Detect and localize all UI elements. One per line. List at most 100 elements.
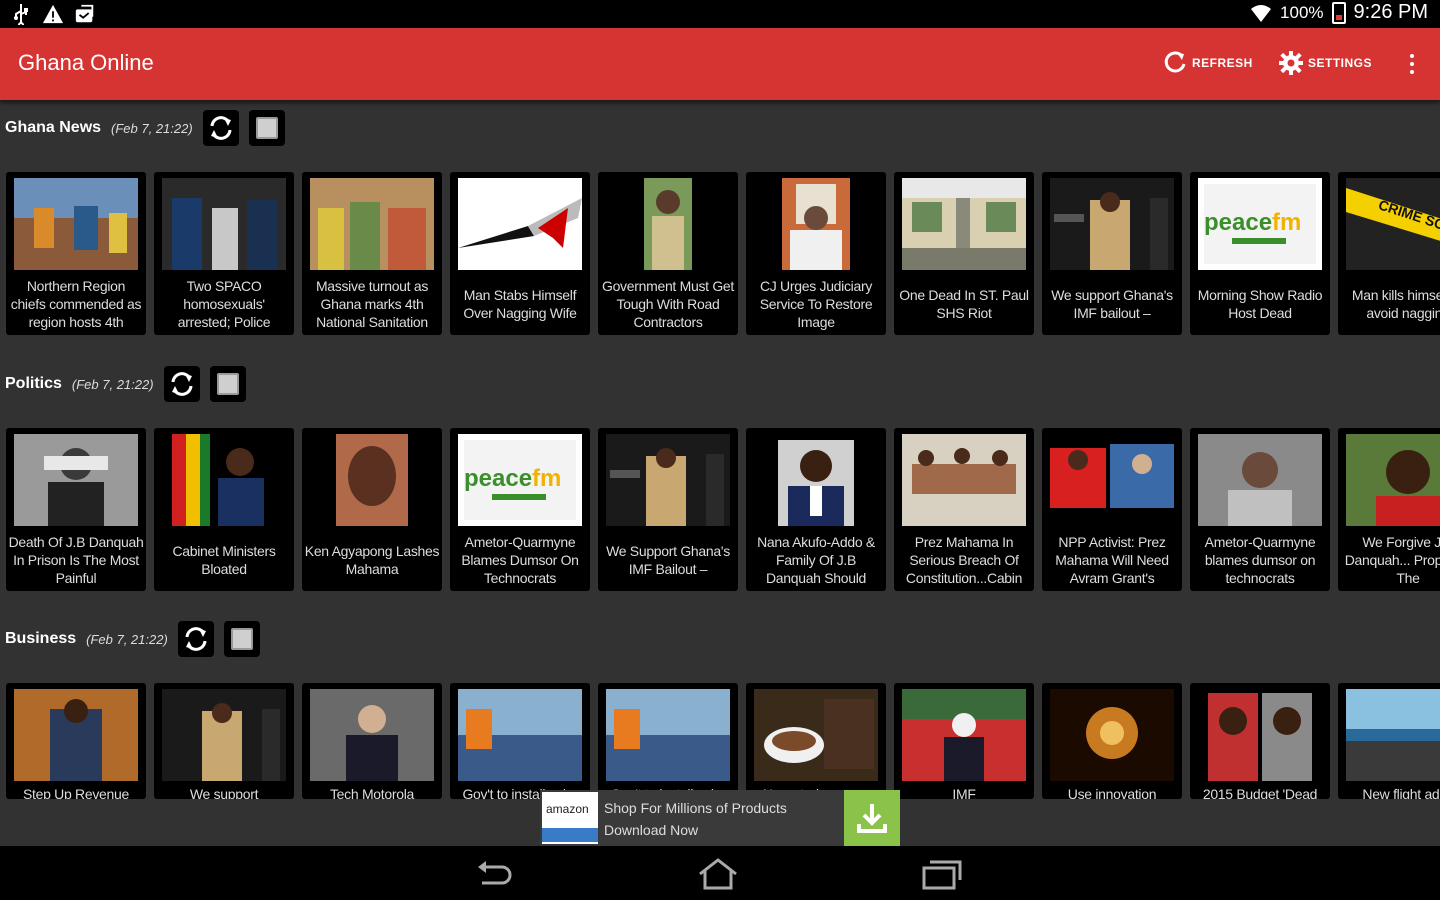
news-caption: Government Must Get Tough With Road Cont… [601,278,735,330]
news-thumbnail [162,689,286,781]
news-card[interactable]: Use innovation [1042,683,1182,799]
status-right: 100% 9:26 PM [1250,1,1428,24]
news-card[interactable]: New study proves [746,683,886,799]
download-icon [857,804,887,833]
news-card[interactable]: Death Of J.B Danquah In Prison Is The Mo… [6,428,146,591]
svg-text:peace: peace [1204,209,1272,236]
news-thumbnail [1346,434,1440,526]
status-left-icons [10,3,96,25]
news-thumbnail [754,434,878,526]
section-timestamp: (Feb 7, 21:22) [71,376,154,392]
news-row: Step Up Revenue We support Tech Motorola… [6,683,1440,799]
refresh-label: REFRESH [1192,56,1253,70]
news-thumbnail [754,178,878,270]
home-icon [699,858,737,890]
news-thumbnail [902,178,1026,270]
news-caption: Step Up Revenue [22,786,130,799]
news-caption: IMF [952,786,976,799]
ad-banner[interactable]: amazon Shop For Millions of Products Dow… [540,790,900,846]
news-card[interactable]: Cabinet Ministers Bloated [154,428,294,591]
news-card[interactable]: Gov't to install solar [450,683,590,799]
news-thumbnail [310,689,434,781]
news-card[interactable]: IMF [894,683,1034,799]
download-button[interactable] [844,790,900,846]
news-caption: Prez Mahama In Serious Breach Of Constit… [905,534,1023,586]
news-card[interactable]: One Dead In ST. Paul SHS Riot [894,172,1034,335]
news-card[interactable]: CRIME SCENE Man kills himself to avoid n… [1338,172,1440,335]
news-card[interactable]: New flight adds [1338,683,1440,799]
settings-button[interactable]: SETTINGS [1278,50,1372,76]
news-caption: Northern Region chiefs commended as regi… [10,278,142,330]
news-thumbnail [902,434,1026,526]
news-card[interactable]: Northern Region chiefs commended as regi… [6,172,146,335]
news-thumbnail [14,689,138,781]
section-header: Ghana News (Feb 7, 21:22) [5,108,285,148]
app-title: Ghana Online [18,50,154,75]
svg-text:peace: peace [464,465,532,492]
news-card[interactable]: Two SPACO homosexuals' arrested; Police [154,172,294,335]
news-caption: Ametor-Quarmyne Blames Dumsor On Technoc… [461,534,579,586]
clock: 9:26 PM [1353,1,1428,23]
refresh-button[interactable]: REFRESH [1162,50,1253,76]
news-caption: We Support Ghana's IMF Bailout – [606,543,730,577]
news-card[interactable]: We Support Ghana's IMF Bailout – [598,428,738,591]
news-card[interactable]: peace fm Morning Show Radio Host Dead [1190,172,1330,335]
logo-stripe [542,828,598,842]
news-thumbnail [1198,434,1322,526]
warning-icon [42,3,64,25]
square-icon [255,117,278,139]
news-card[interactable]: Government Must Get Tough With Road Cont… [598,172,738,335]
news-row: Death Of J.B Danquah In Prison Is The Mo… [6,428,1440,591]
news-card[interactable]: We support [154,683,294,799]
recents-button[interactable] [920,858,964,890]
news-card[interactable]: Step Up Revenue [6,683,146,799]
news-card[interactable]: Prez Mahama In Serious Breach Of Constit… [894,428,1034,591]
news-caption: Morning Show Radio Host Dead [1197,287,1323,321]
news-card[interactable]: NPP Activist: Prez Mahama Will Need Avra… [1042,428,1182,591]
status-bar: 100% 9:26 PM [0,0,1440,28]
news-card[interactable]: 2015 Budget 'Dead [1190,683,1330,799]
news-card[interactable]: We Forgive J.B Danquah... Proposed The [1338,428,1440,591]
back-icon [478,861,512,885]
news-card[interactable]: CJ Urges Judiciary Service To Restore Im… [746,172,886,335]
section-view-button[interactable] [248,110,285,146]
home-button[interactable] [696,858,740,890]
section-header: Business (Feb 7, 21:22) [5,619,260,659]
news-card[interactable]: Man Stabs Himself Over Nagging Wife [450,172,590,335]
section-view-button[interactable] [223,621,260,657]
news-card[interactable]: peace fm Ametor-Quarmyne Blames Dumsor On… [450,428,590,591]
section-refresh-button[interactable] [163,366,200,402]
news-caption: Ametor-Quarmyne blames dumsor on technoc… [1204,534,1316,586]
navigation-bar [0,846,1440,900]
news-thumbnail [310,434,434,526]
news-caption: Cabinet Ministers Bloated [172,543,276,577]
news-card[interactable]: We support Ghana's IMF bailout – [1042,172,1182,335]
news-thumbnail [1050,434,1174,526]
news-caption: Death Of J.B Danquah In Prison Is The Mo… [8,534,144,586]
news-caption: We support [189,786,259,799]
refresh-icon [210,116,232,140]
section-title: Politics [5,375,62,392]
section-refresh-button[interactable] [177,621,214,657]
news-thumbnail [606,689,730,781]
news-card[interactable]: Ken Agyapong Lashes Mahama [302,428,442,591]
ad-headline: Shop For Millions of Products [604,800,787,816]
news-caption: New flight adds [1362,786,1440,799]
news-card[interactable]: Nana Akufo-Addo & Family Of J.B Danquah … [746,428,886,591]
back-button[interactable] [472,858,516,890]
news-card[interactable]: Gov't to install solar [598,683,738,799]
news-thumbnail [606,434,730,526]
news-card[interactable]: Massive turnout as Ghana marks 4th Natio… [302,172,442,335]
news-thumbnail [162,434,286,526]
section-view-button[interactable] [209,366,246,402]
news-thumbnail [162,178,286,270]
news-thumbnail [458,178,582,270]
news-card[interactable]: Ametor-Quarmyne blames dumsor on technoc… [1190,428,1330,591]
news-caption: Tech Motorola [329,786,415,799]
overflow-menu-button[interactable] [1404,48,1420,80]
section-refresh-button[interactable] [202,110,239,146]
news-caption: We support Ghana's IMF bailout – [1051,287,1173,321]
recents-icon [922,860,962,890]
wifi-icon [1250,2,1272,24]
news-card[interactable]: Tech Motorola [302,683,442,799]
